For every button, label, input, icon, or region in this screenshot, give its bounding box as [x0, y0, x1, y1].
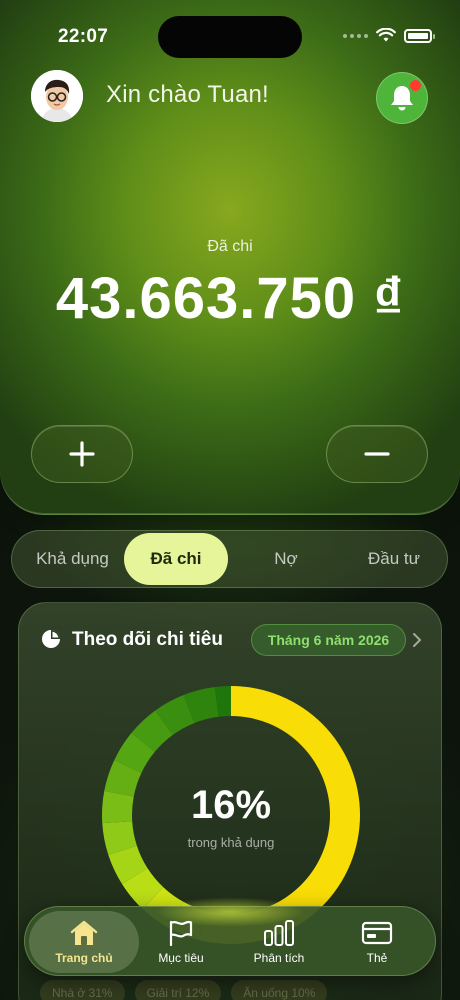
pie-chart-icon — [42, 630, 60, 648]
status-bar: 22:07 — [0, 0, 460, 70]
subtract-transaction-button[interactable] — [326, 425, 428, 483]
category-chips: Nhà ở 31% Giải trí 12% Ăn uống 10% — [40, 980, 328, 1000]
flag-icon — [169, 920, 193, 947]
spent-percentage: 16% — [190, 783, 272, 827]
status-icons — [343, 28, 435, 43]
tab-available[interactable]: Khả dụng — [20, 531, 125, 587]
notification-badge — [410, 80, 421, 91]
notification-button[interactable] — [376, 72, 428, 124]
home-icon — [70, 920, 98, 945]
balance-type-tabs: Khả dụng Đã chi Nợ Đầu tư — [11, 530, 448, 588]
tab-spent[interactable]: Đã chi — [124, 533, 228, 585]
status-time: 22:07 — [58, 26, 109, 47]
month-selector[interactable]: Tháng 6 năm 2026 — [251, 624, 406, 656]
spent-label: Đã chi — [207, 238, 253, 255]
nav-item-cards[interactable]: Thẻ — [327, 911, 427, 973]
avatar[interactable] — [31, 70, 83, 122]
spent-amount: 43.663.750 ₫ — [55, 266, 405, 331]
chevron-right-icon[interactable] — [411, 631, 423, 649]
plus-icon — [69, 441, 95, 467]
bottom-navigation: Trang chủ Mục tiêu Phân tích Thẻ — [24, 897, 436, 976]
battery-icon — [404, 28, 435, 43]
nav-label-goals: Mục tiêu — [158, 951, 204, 965]
add-transaction-button[interactable] — [31, 425, 133, 483]
nav-label-home: Trang chủ — [55, 951, 113, 965]
percentage-caption: trong khả dụng — [187, 835, 275, 850]
category-chip-food[interactable]: Ăn uống 10% — [231, 980, 328, 1000]
signal-icon — [343, 33, 368, 38]
tab-investment[interactable]: Đầu tư — [342, 531, 446, 587]
nav-item-goals[interactable]: Mục tiêu — [131, 911, 231, 973]
nav-label-cards: Thẻ — [366, 951, 388, 965]
card-title: Theo dõi chi tiêu — [72, 629, 223, 650]
nav-item-home[interactable]: Trang chủ — [29, 911, 139, 973]
category-chip-entertainment[interactable]: Giải trí 12% — [134, 980, 222, 1000]
nav-label-analytics: Phân tích — [253, 951, 305, 965]
category-chip-housing[interactable]: Nhà ở 31% — [40, 980, 125, 1000]
bar-chart-icon — [264, 920, 294, 946]
avatar-illustration — [31, 70, 83, 122]
wifi-icon — [376, 28, 396, 42]
minus-icon — [364, 452, 390, 456]
greeting-text: Xin chào Tuan! — [106, 81, 269, 108]
card-icon — [361, 921, 393, 945]
balance-header: 22:07 Xin chào Tuan! Đã chi 43.663.750 ₫ — [0, 0, 460, 515]
nav-item-analytics[interactable]: Phân tích — [229, 911, 329, 973]
dynamic-island — [158, 16, 302, 58]
tab-debt[interactable]: Nợ — [234, 531, 338, 587]
